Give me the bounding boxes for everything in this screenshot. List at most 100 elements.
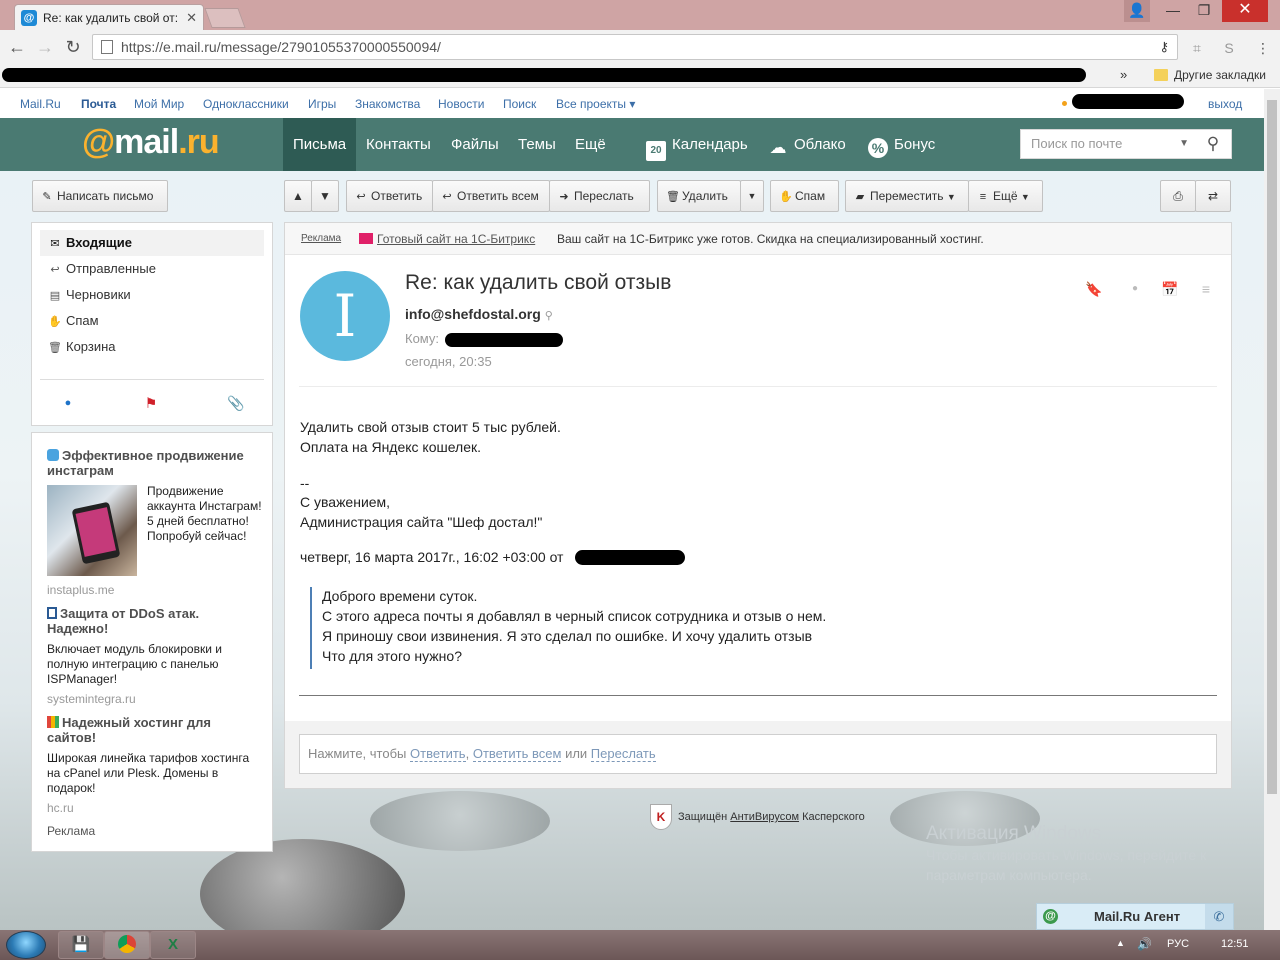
browser-tab[interactable]: @ Re: как удалить свой от: ✕ (14, 4, 204, 30)
portal-link-mailru[interactable]: Mail.Ru (20, 97, 61, 111)
close-window-button[interactable]: ✕ (1222, 0, 1268, 22)
sender-email[interactable]: info@shefdostal.org ⚲ (405, 306, 553, 322)
portal-link-search[interactable]: Поиск (503, 97, 536, 111)
delete-options-button[interactable]: ▼ (740, 180, 764, 212)
more-actions-button[interactable]: ≡ Ещё ▼ (968, 180, 1043, 212)
taskbar-app-save-icon[interactable]: 💾 (58, 931, 104, 959)
delete-button[interactable]: 🗑 Удалить (657, 180, 741, 212)
address-bar[interactable]: https://e.mail.ru/message/27901055370000… (92, 34, 1178, 60)
ad-text[interactable]: Ваш сайт на 1С-Битрикс уже готов. Скидка… (557, 223, 984, 255)
menu-icon[interactable]: ≡ (1197, 281, 1215, 297)
ad-title[interactable]: Эффективное продвижение инстаграм (47, 448, 257, 478)
ad-text[interactable]: Широкая линейка тарифов хостинга на cPan… (47, 751, 257, 796)
move-button[interactable]: ▰ Переместить ▼ (845, 180, 969, 212)
quick-reply-all-link[interactable]: Ответить всем (472, 746, 562, 762)
minimize-button[interactable]: — (1160, 0, 1186, 22)
folder-inbox[interactable]: ✉ Входящие (40, 230, 264, 256)
redacted-user-email[interactable] (1072, 94, 1184, 109)
new-tab-button[interactable] (204, 8, 246, 28)
scrollbar-thumb[interactable] (1267, 100, 1277, 794)
ad-text[interactable]: Продвижение аккаунта Инстаграм! 5 дней б… (147, 484, 262, 544)
nav-files[interactable]: Файлы (441, 118, 509, 171)
quick-forward-link[interactable]: Переслать (590, 746, 656, 762)
mailru-agent-bar[interactable]: @ Mail.Ru Агент ✆ (1036, 903, 1234, 930)
menu-icon[interactable]: ⋮ (1254, 39, 1272, 57)
portal-link-games[interactable]: Игры (308, 97, 336, 111)
portal-link-mail[interactable]: Почта (81, 97, 116, 111)
nav-topics[interactable]: Темы (508, 118, 566, 171)
pdf-extension-icon[interactable]: ⌗ (1188, 39, 1206, 57)
volume-icon[interactable]: 🔊 (1137, 937, 1152, 951)
filter-unread-icon[interactable]: ● (60, 395, 76, 411)
nav-cloud[interactable]: ☁ Облако (758, 118, 856, 171)
ads-label[interactable]: Реклама (47, 824, 95, 838)
nav-contacts[interactable]: Контакты (356, 118, 441, 171)
portal-link-dating[interactable]: Знакомства (355, 97, 420, 111)
trash-icon: 🗑 (666, 191, 680, 203)
portal-link-news[interactable]: Новости (438, 97, 484, 111)
forward-button[interactable]: ➜ Переслать (549, 180, 650, 212)
mailru-logo[interactable]: @mail.ru (82, 123, 220, 162)
close-tab-icon[interactable]: ✕ (186, 10, 197, 26)
nav-calendar[interactable]: 20 Календарь (636, 118, 758, 171)
filter-flagged-icon[interactable]: ⚑ (143, 395, 159, 411)
previous-message-button[interactable]: ▲ (284, 180, 312, 212)
spam-button[interactable]: ✋ Спам (770, 180, 839, 212)
folder-trash[interactable]: 🗑 Корзина (40, 334, 264, 360)
logout-link[interactable]: выход (1208, 97, 1242, 111)
ad-title[interactable]: Надежный хостинг для сайтов! (47, 715, 257, 745)
maximize-button[interactable]: ❐ (1190, 0, 1218, 22)
reply-button[interactable]: ↩ Ответить (346, 180, 433, 212)
calendar-icon[interactable]: 📅 (1161, 281, 1179, 298)
compose-button[interactable]: ✎ Написать письмо (32, 180, 168, 212)
ad-domain[interactable]: systemintegra.ru (47, 692, 136, 706)
key-icon[interactable]: ⚷ (1159, 39, 1169, 55)
expand-view-button[interactable]: ⇄ (1195, 180, 1231, 212)
taskbar-chrome-icon[interactable] (104, 931, 150, 959)
ad-text[interactable]: Включает модуль блокировки и полную инте… (47, 642, 257, 687)
ad-link[interactable]: Готовый сайт на 1С-Битрикс (359, 223, 535, 255)
taskbar-excel-icon[interactable]: X (150, 931, 196, 959)
next-message-button[interactable]: ▼ (311, 180, 339, 212)
avatar[interactable]: I (300, 271, 390, 361)
quick-reply-input[interactable]: Нажмите, чтобы Ответить, Ответить всем и… (299, 734, 1217, 774)
unread-dot-icon[interactable]: ● (1126, 283, 1144, 294)
back-icon[interactable]: ← (6, 36, 28, 58)
start-button[interactable] (6, 931, 46, 959)
ad-title[interactable]: Защита от DDoS атак. Надежно! (47, 606, 257, 636)
search-icon[interactable]: ⚲ (545, 310, 553, 322)
kaspersky-link[interactable]: АнтиВирусом (730, 811, 799, 823)
filter-attachments-icon[interactable]: 📎 (227, 395, 244, 411)
nav-letters[interactable]: Письма (283, 118, 357, 171)
other-bookmarks[interactable]: Другие закладки (1154, 68, 1266, 82)
reload-icon[interactable]: ↻ (62, 36, 84, 58)
nav-bonus[interactable]: % Бонус (858, 118, 945, 171)
ad-domain[interactable]: instaplus.me (47, 583, 114, 597)
print-button[interactable]: ⎙ (1160, 180, 1196, 212)
ad-label[interactable]: Реклама (301, 223, 341, 255)
folder-sent[interactable]: ↩ Отправленные (40, 256, 264, 282)
nav-more[interactable]: Ещё (565, 118, 616, 171)
portal-link-all-projects[interactable]: Все проекты ▾ (556, 97, 635, 111)
tray-expand-icon[interactable]: ▲ (1116, 938, 1125, 948)
phone-icon[interactable]: ✆ (1205, 904, 1233, 929)
bookmark-icon[interactable]: 🔖 (1085, 281, 1103, 298)
folder-drafts[interactable]: ▤ Черновики (40, 282, 264, 308)
portal-link-myworld[interactable]: Мой Мир (134, 97, 184, 111)
ad-image[interactable] (47, 485, 137, 576)
search-options-icon[interactable]: ▼ (1179, 130, 1189, 158)
mail-search-input[interactable]: Поиск по почте ▼ ⚲ (1020, 129, 1232, 159)
portal-bar: Mail.Ru Почта Мой Мир Одноклассники Игры… (0, 89, 1264, 118)
ad-domain[interactable]: hc.ru (47, 801, 74, 815)
forward-icon[interactable]: → (34, 36, 56, 58)
user-icon[interactable]: 👤 (1124, 0, 1150, 22)
search-icon[interactable]: ⚲ (1203, 134, 1223, 154)
bookmarks-more[interactable]: » (1120, 67, 1127, 82)
skype-extension-icon[interactable]: S (1220, 39, 1238, 57)
quick-reply-link[interactable]: Ответить (410, 746, 466, 762)
portal-link-ok[interactable]: Одноклассники (203, 97, 289, 111)
folder-spam[interactable]: ✋ Спам (40, 308, 264, 334)
clock[interactable]: 12:51 (1221, 938, 1249, 950)
language-indicator[interactable]: РУС (1167, 938, 1189, 950)
reply-all-button[interactable]: ↩ Ответить всем (432, 180, 550, 212)
